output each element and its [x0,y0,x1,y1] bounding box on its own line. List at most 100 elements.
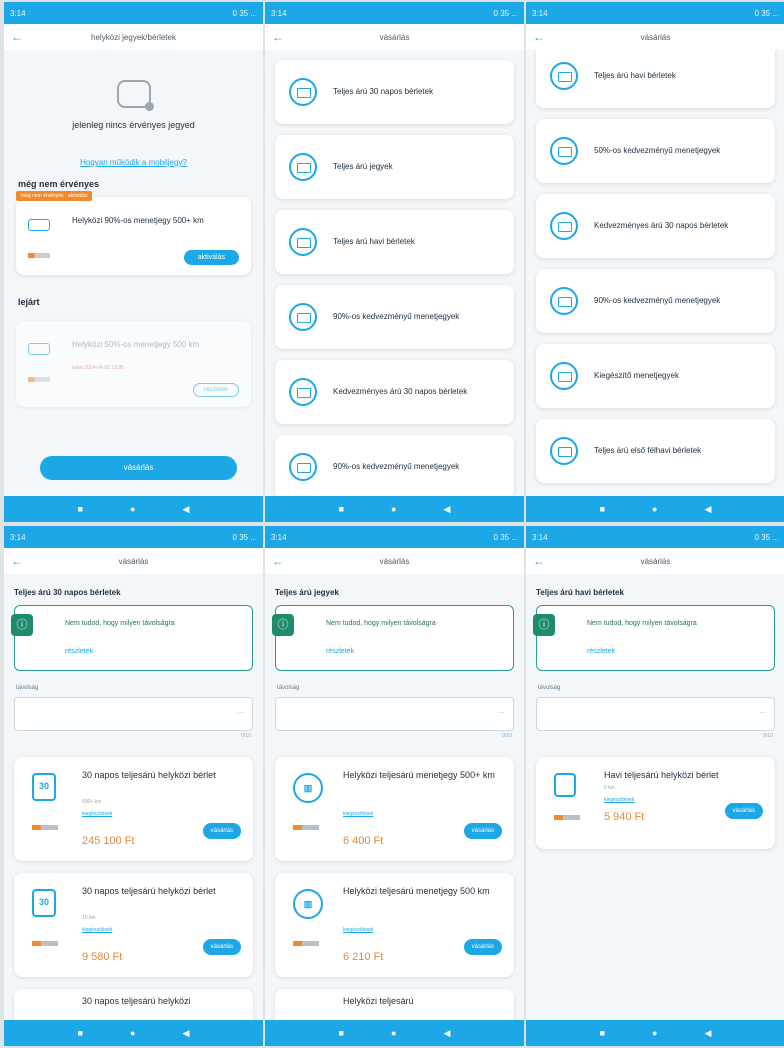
status-bar: 3:14 0 35 ... [265,2,524,24]
category-card[interactable]: Teljes árú jegyek [275,135,514,199]
category-card[interactable]: Kedvezményes árú 30 napos bérletek [536,194,775,258]
recents-icon[interactable]: ■ [600,1028,605,1038]
category-card[interactable]: Kiegészítő menetjegyek [536,344,775,408]
ticket-icon: ▥ [293,889,323,919]
field-label: távolság [277,685,300,691]
page-title: helyközi jegyek/bérletek [91,32,176,42]
ticket-name: Helyközi 90%-os menetjegy 500+ km [72,216,204,225]
product-card[interactable]: ▥ Helyközi teljesárú menetjegy 500 km ki… [275,873,514,977]
ticket-icon [550,287,578,315]
details-button[interactable]: részletek [192,383,239,397]
back-arrow-icon[interactable]: ← [526,30,552,44]
product-card[interactable]: 30 napos teljesárú helyközi [14,989,253,1020]
back-icon[interactable]: ◀ [183,1028,190,1039]
status-bar: 3:14 0 35 ... [4,2,263,24]
back-arrow-icon[interactable]: ← [265,30,291,44]
back-arrow-icon[interactable]: ← [4,554,30,568]
ticket-card[interactable]: még nem érvényes · aktiválás Helyközi 90… [16,191,251,275]
info-text: Nem tudod, hogy milyen távolságra [587,620,697,627]
app-bar: ← vásárlás [526,24,784,50]
product-extras-link[interactable]: kiegészítések [82,927,112,933]
back-icon[interactable]: ◀ [183,504,190,515]
ticket-icon [550,362,578,390]
info-box: ⓘ Nem tudod, hogy milyen távolságra rész… [533,605,775,671]
home-icon[interactable]: ● [130,504,135,514]
help-link[interactable]: Hogyan működik a mobiljegy? [4,158,263,167]
category-card[interactable]: Teljes árú első félhavi bérletek [536,419,775,483]
app-bar: ← helyközi jegyek/bérletek [4,24,263,50]
ticket-card[interactable]: Helyközi 50%-os menetjegy 500 km lejárt … [16,321,251,407]
clear-icon[interactable]: … [759,708,766,715]
back-icon[interactable]: ◀ [444,504,451,515]
product-name: Helyközi teljesárú menetjegy 500+ km [343,770,495,780]
recents-icon[interactable]: ■ [78,1028,83,1038]
buy-button[interactable]: vásárlás [202,823,241,839]
distance-input[interactable]: … [536,697,775,731]
buy-button[interactable]: vásárlás [724,803,763,819]
buy-button[interactable]: vásárlás [463,823,502,839]
category-card[interactable]: 50%-os kedvezményű menetjegyek [536,119,775,183]
expired-date: lejárt 2024-04-02 13:35 [72,365,124,371]
product-extras-link[interactable]: kiegészítések [343,811,373,817]
buy-button[interactable]: vásárlás [40,456,237,480]
product-card[interactable]: 30 30 napos teljesárú helyközi bérlet 50… [14,757,253,861]
product-extras-link[interactable]: kiegészítések [604,797,634,803]
char-counter: 0/10 [763,733,773,739]
buy-button[interactable]: vásárlás [202,939,241,955]
category-card[interactable]: 90%-os kedvezményű menetjegyek [275,285,514,349]
clear-icon[interactable]: … [237,708,244,715]
product-distance: 500+ km [82,799,102,805]
back-arrow-icon[interactable]: ← [4,30,30,44]
product-name: Helyközi teljesárú [343,996,414,1006]
back-icon[interactable]: ◀ [705,1028,712,1039]
info-details-link[interactable]: részletek [326,648,354,655]
home-icon[interactable]: ● [652,504,657,514]
home-icon[interactable]: ● [391,1028,396,1038]
category-card[interactable]: Teljes árú 30 napos bérletek [275,60,514,124]
list-heading: Teljes árú jegyek [275,588,339,597]
ticket-name: Helyközi 50%-os menetjegy 500 km [72,340,200,349]
recents-icon[interactable]: ■ [339,504,344,514]
info-details-link[interactable]: részletek [587,648,615,655]
home-icon[interactable]: ● [130,1028,135,1038]
back-arrow-icon[interactable]: ← [526,554,552,568]
info-box: ⓘ Nem tudod, hogy milyen távolságra rész… [272,605,514,671]
category-label: 90%-os kedvezményű menetjegyek [333,312,460,321]
product-extras-link[interactable]: kiegészítések [82,811,112,817]
field-label: távolság [538,685,561,691]
product-card[interactable]: ▥ Helyközi teljesárú menetjegy 500+ km k… [275,757,514,861]
buy-button[interactable]: vásárlás [463,939,502,955]
recents-icon[interactable]: ■ [600,504,605,514]
product-card[interactable]: Havi teljesárú helyközi bérlet 5 km kieg… [536,757,775,849]
product-card[interactable]: 30 30 napos teljesárú helyközi bérlet 10… [14,873,253,977]
distance-input[interactable]: … [275,697,514,731]
list-heading: Teljes árú 30 napos bérletek [14,588,121,597]
status-bar: 3:14 0 35 ... [265,526,524,548]
category-card[interactable]: Teljes árú havi bérletek [275,210,514,274]
calendar-icon: 30 [32,889,56,917]
operator-logo [28,377,50,382]
empty-state: jelenleg nincs érvényes jegyed [4,50,263,130]
product-card[interactable]: Helyközi teljesárú [275,989,514,1020]
back-arrow-icon[interactable]: ← [265,554,291,568]
recents-icon[interactable]: ■ [339,1028,344,1038]
distance-input[interactable]: … [14,697,253,731]
calendar-icon [554,773,576,797]
ticket-icon [289,378,317,406]
back-icon[interactable]: ◀ [705,504,712,515]
activate-button[interactable]: aktiválás [183,250,239,265]
category-card[interactable]: 90%-os kedvezményű menetjegyek [275,435,514,496]
category-card[interactable]: Teljes árú havi bérletek [536,50,775,108]
back-icon[interactable]: ◀ [444,1028,451,1039]
home-icon[interactable]: ● [652,1028,657,1038]
app-bar: ← vásárlás [265,548,524,574]
clear-icon[interactable]: … [498,708,505,715]
home-icon[interactable]: ● [391,504,396,514]
recents-icon[interactable]: ■ [78,504,83,514]
category-label: Kedvezményes árú 30 napos bérletek [333,387,468,396]
category-card[interactable]: Kedvezményes árú 30 napos bérletek [275,360,514,424]
info-details-link[interactable]: részletek [65,648,93,655]
ticket-icon [550,137,578,165]
product-extras-link[interactable]: kiegészítések [343,927,373,933]
category-card[interactable]: 90%-os kedvezményű menetjegyek [536,269,775,333]
